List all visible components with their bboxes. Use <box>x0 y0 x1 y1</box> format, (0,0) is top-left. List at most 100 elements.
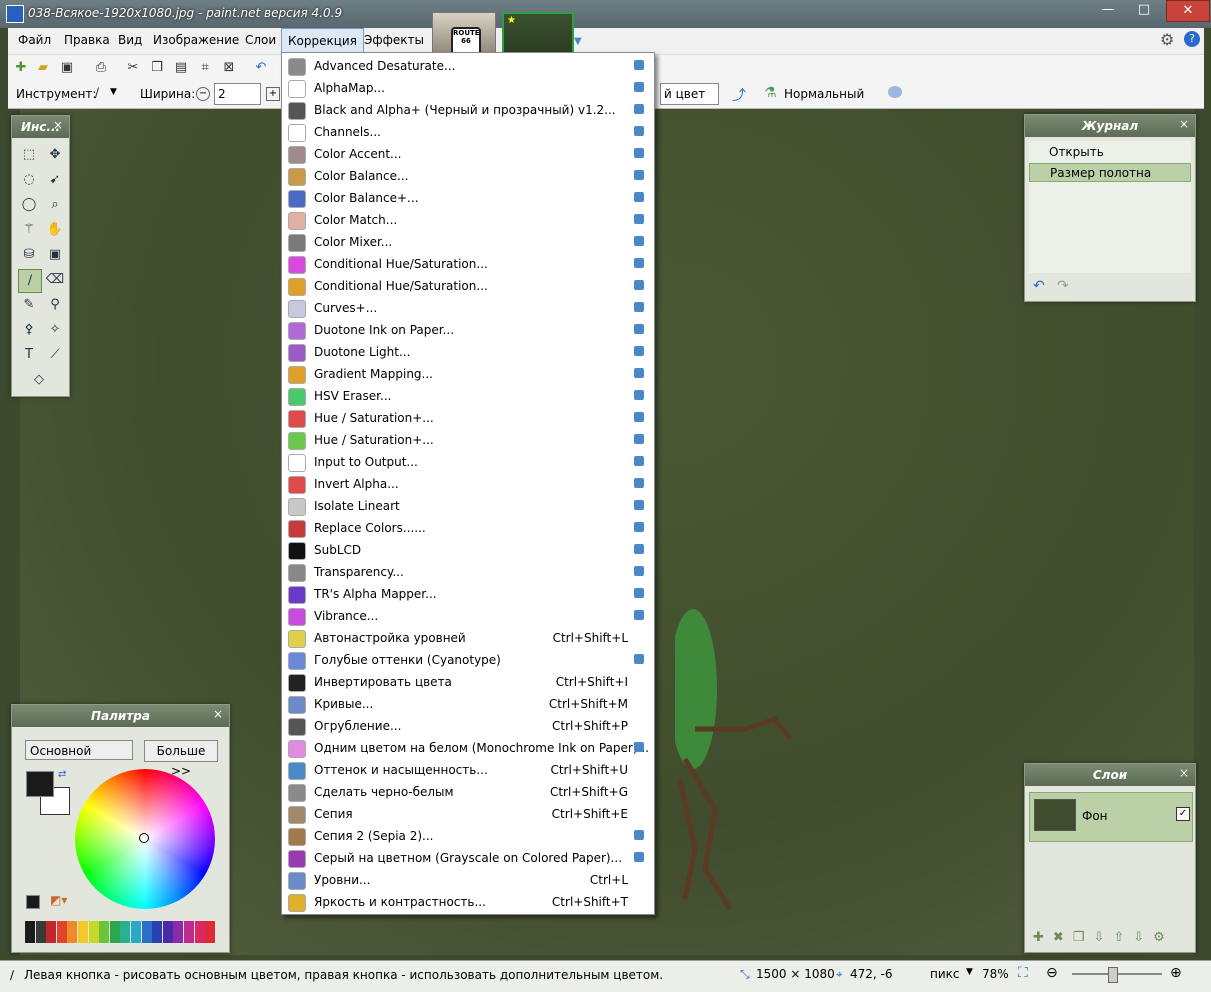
palette-swatch[interactable] <box>152 921 163 943</box>
adjustment-menu-item[interactable]: Color Balance+... <box>282 187 654 209</box>
adjustment-menu-item[interactable]: Advanced Desaturate... <box>282 55 654 77</box>
help-icon[interactable]: ? <box>1184 31 1200 47</box>
antialias-icon[interactable]: ⤴ <box>732 85 746 105</box>
history-panel-close[interactable]: × <box>1179 117 1189 131</box>
text-icon[interactable]: T <box>18 344 40 366</box>
adjustment-menu-item[interactable]: Hue / Saturation+... <box>282 429 654 451</box>
primary-color-swatch[interactable] <box>26 771 54 797</box>
copy-icon[interactable]: ❐ <box>148 59 166 77</box>
adjustment-menu-item[interactable]: Conditional Hue/Saturation... <box>282 253 654 275</box>
lasso-select-icon[interactable]: ◌ <box>18 169 40 191</box>
adjustment-menu-item[interactable]: Channels... <box>282 121 654 143</box>
shapes-icon[interactable]: ◇ <box>28 369 50 391</box>
width-increase-icon[interactable]: + <box>266 87 280 101</box>
recolor-icon[interactable]: ✧ <box>44 319 66 341</box>
settings-gear-icon[interactable]: ⚙ <box>1160 30 1174 49</box>
adjustment-menu-item[interactable]: Яркость и контрастность... Ctrl+Shift+T <box>282 891 654 913</box>
default-colors-icon[interactable] <box>26 895 40 909</box>
palette-swatch[interactable] <box>35 921 46 943</box>
color-picker-icon[interactable]: ⚲ <box>44 294 66 316</box>
color-mode-select[interactable]: й цвет <box>660 83 719 105</box>
paint-bucket-icon[interactable]: ⛁ <box>18 244 40 266</box>
move-selection-icon[interactable]: ➹ <box>44 169 66 191</box>
zoom-in-icon[interactable]: ⊕ <box>1170 965 1182 981</box>
palette-swatch[interactable] <box>205 921 216 943</box>
menu-adjustments[interactable]: Коррекция <box>281 28 364 54</box>
adjustment-menu-item[interactable]: Уровни... Ctrl+L <box>282 869 654 891</box>
menu-image[interactable]: Изображение <box>147 28 245 52</box>
palette-swatch[interactable] <box>67 921 78 943</box>
adjustment-menu-item[interactable]: Vibrance... <box>282 605 654 627</box>
move-selected-icon[interactable]: ✥ <box>44 144 66 166</box>
adjustment-menu-item[interactable]: Duotone Light... <box>282 341 654 363</box>
palette-swatch[interactable] <box>46 921 57 943</box>
zoom-slider-handle[interactable] <box>1108 967 1118 983</box>
paste-icon[interactable]: ▤ <box>172 59 190 77</box>
units-select[interactable]: пикс <box>930 967 960 981</box>
palette-panel-close[interactable]: × <box>213 707 223 721</box>
maximize-button[interactable]: □ <box>1130 0 1158 20</box>
more-colors-button[interactable]: Больше >> <box>144 740 218 778</box>
layer-row[interactable]: Фон ✓ <box>1029 792 1193 842</box>
color-wheel[interactable] <box>75 769 215 909</box>
paintbrush-icon[interactable]: ∕ <box>18 269 42 293</box>
adjustment-menu-item[interactable]: Color Mixer... <box>282 231 654 253</box>
palette-swatch[interactable] <box>109 921 120 943</box>
palette-swatch[interactable] <box>25 921 35 943</box>
menu-layers[interactable]: Слои <box>239 28 282 52</box>
adjustment-menu-item[interactable]: Сепия 2 (Sepia 2)... <box>282 825 654 847</box>
cut-icon[interactable]: ✂ <box>124 59 142 77</box>
menu-view[interactable]: Вид <box>112 28 148 52</box>
zoom-value[interactable]: 78% <box>982 967 1009 981</box>
adjustment-menu-item[interactable]: Голубые оттенки (Cyanotype) <box>282 649 654 671</box>
palette-swatch[interactable] <box>120 921 131 943</box>
adjustment-menu-item[interactable]: Conditional Hue/Saturation... <box>282 275 654 297</box>
pan-hand-icon[interactable]: ✋ <box>44 219 66 241</box>
zoom-icon[interactable]: ⌕ <box>44 194 66 216</box>
blend-flask-icon[interactable]: ⚗ <box>764 85 777 101</box>
menu-effects[interactable]: Эффекты <box>358 28 430 52</box>
gradient-icon[interactable]: ▣ <box>44 244 66 266</box>
palette-swatch[interactable] <box>184 921 194 943</box>
deselect-icon[interactable]: ⊠ <box>220 59 238 77</box>
palette-swatch[interactable] <box>173 921 184 943</box>
menu-edit[interactable]: Правка <box>58 28 116 52</box>
palette-swatch[interactable] <box>78 921 88 943</box>
history-item-open-image[interactable]: Открыть изображение <box>1029 143 1191 178</box>
adjustment-menu-item[interactable]: Isolate Lineart <box>282 495 654 517</box>
fit-window-icon[interactable]: ⛶ <box>1018 965 1028 981</box>
palette-swatch[interactable] <box>141 921 152 943</box>
alpha-mode-icon[interactable] <box>888 86 902 98</box>
width-input[interactable]: 2 <box>214 83 261 105</box>
crop-icon[interactable]: ⌗ <box>196 59 214 77</box>
menu-file[interactable]: Файл <box>12 28 57 52</box>
adjustment-menu-item[interactable]: Огрубление... Ctrl+Shift+P <box>282 715 654 737</box>
history-item-canvas-size[interactable]: Размер полотна <box>1029 163 1191 182</box>
adjustment-menu-item[interactable]: Replace Colors...... <box>282 517 654 539</box>
adjustment-menu-item[interactable]: Инвертировать цвета Ctrl+Shift+I <box>282 671 654 693</box>
blend-mode-select[interactable]: Нормальный <box>784 87 864 101</box>
minimize-button[interactable]: — <box>1094 0 1122 20</box>
adjustment-menu-item[interactable]: Duotone Ink on Paper... <box>282 319 654 341</box>
open-file-icon[interactable]: ▰ <box>34 59 52 77</box>
adjustment-menu-item[interactable]: Кривые... Ctrl+Shift+M <box>282 693 654 715</box>
palette-swatch[interactable] <box>194 921 205 943</box>
adjustment-menu-item[interactable]: Hue / Saturation+... <box>282 407 654 429</box>
adjustment-menu-item[interactable]: AlphaMap... <box>282 77 654 99</box>
eraser-icon[interactable]: ⌫ <box>44 269 66 291</box>
swap-colors-icon[interactable]: ⇄ <box>58 769 66 780</box>
rectangle-select-icon[interactable]: ⬚ <box>18 144 40 166</box>
adjustment-menu-item[interactable]: Color Match... <box>282 209 654 231</box>
adjustment-menu-item[interactable]: TR's Alpha Mapper... <box>282 583 654 605</box>
adjustment-menu-item[interactable]: Сделать черно-белым Ctrl+Shift+G <box>282 781 654 803</box>
layers-panel-close[interactable]: × <box>1179 766 1189 780</box>
chevron-down-icon[interactable]: ▼ <box>110 87 117 97</box>
undo-icon[interactable]: ↶ <box>252 59 270 77</box>
adjustment-menu-item[interactable]: Color Accent... <box>282 143 654 165</box>
adjustment-menu-item[interactable]: Input to Output... <box>282 451 654 473</box>
save-icon[interactable]: ▣ <box>58 59 76 77</box>
adjustment-menu-item[interactable]: Black and Alpha+ (Черный и прозрачный) v… <box>282 99 654 121</box>
tools-panel-close[interactable]: × <box>53 118 63 132</box>
palette-swatch[interactable] <box>131 921 141 943</box>
history-undo-icon[interactable]: ↶ <box>1033 278 1045 294</box>
